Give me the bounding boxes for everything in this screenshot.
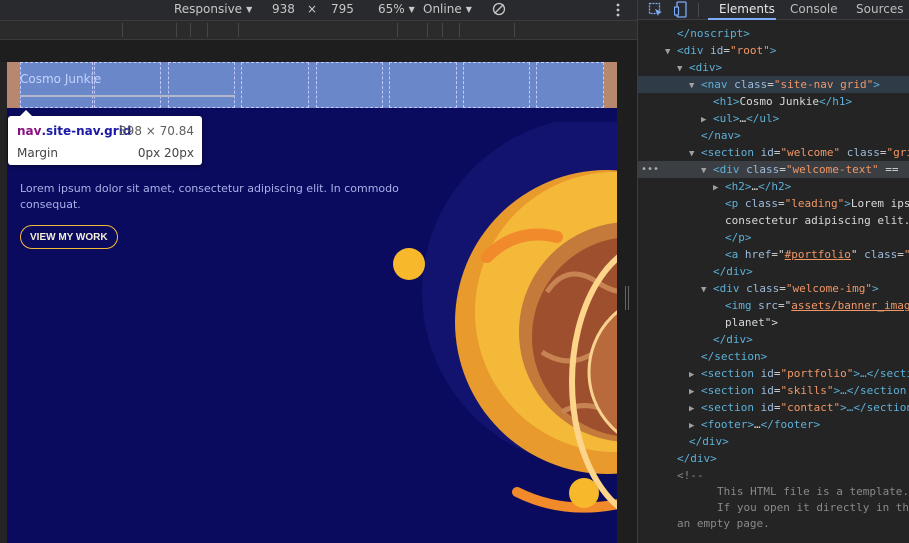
dom-node[interactable]: </div> [638,450,909,467]
dom-node[interactable]: ▶ <section id="portfolio">…</secti [638,365,909,382]
dom-comment[interactable]: If you open it directly in the [638,499,909,516]
grid-column [316,62,383,108]
dom-node[interactable]: <p class="leading">Lorem ips [638,195,909,212]
ruler-mark [238,23,239,37]
site-title[interactable]: Cosmo Junkie [20,72,101,86]
dom-node[interactable]: ▼ <div> [638,59,909,76]
media-query-ruler [0,20,637,40]
dom-node[interactable]: ▶ <h2>…</h2> [638,178,909,195]
dimension-separator: × [307,2,318,16]
more-dots-icon[interactable]: ••• [641,161,659,178]
throttle-select[interactable]: Online ▼ [423,2,472,16]
chevron-down-icon: ▼ [465,5,472,14]
dom-node[interactable]: </div> [638,263,909,280]
tab-separator [698,3,699,17]
dom-node[interactable]: ▶ <section id="contact">…</section [638,399,909,416]
dom-node[interactable]: ▼<section id="welcome" class="gri [638,144,909,161]
ruler-mark [514,23,515,37]
inspect-element-icon[interactable] [648,2,664,18]
ruler-mark [442,23,443,37]
panel-resize-handle[interactable] [617,40,637,543]
ruler-mark [190,23,191,37]
element-inspect-tooltip: nav.site-nav.grid 898 × 70.84 Margin 0px… [8,110,202,165]
dom-node[interactable]: ▶ <ul>…</ul> [638,110,909,127]
tooltip-margin-value: 0px 20px [137,146,194,160]
dom-node[interactable]: ▶ <section id="skills">…</section [638,382,909,399]
view-my-work-button[interactable]: VIEW MY WORK [20,225,118,249]
dom-node[interactable]: </noscript> [638,25,909,42]
ruler-mark [207,23,208,37]
tooltip-margin-label: Margin [17,146,58,160]
dom-node[interactable]: <img src="assets/banner_imag [638,297,909,314]
tab-sources[interactable]: Sources [856,2,903,16]
grid-column [241,62,309,108]
viewport-gutter [0,40,637,62]
devtools-responsive-window: Responsive ▼ 938 × 795 65% ▼ Online ▼ Co… [0,0,909,543]
dom-node-nav-hovered[interactable]: ▼ <nav class="site-nav grid"> [638,76,909,93]
dom-node[interactable]: </div> [638,433,909,450]
tooltip-dimensions: 898 × 70.84 [119,124,194,138]
grid-column [168,62,235,108]
device-toggle-icon[interactable] [674,1,688,18]
grid-column [463,62,530,108]
dom-node[interactable]: ▼ <div id="root"> [638,42,909,59]
ruler-mark [176,23,177,37]
devtools-panel: Elements Console Sources </noscript> ▼ <d… [637,0,909,543]
dom-text-node[interactable]: planet"> [638,314,909,331]
ruler-mark [122,23,123,37]
chevron-down-icon: ▼ [246,5,253,14]
device-mode-select[interactable]: Responsive ▼ [174,2,252,16]
dom-comment[interactable]: This HTML file is a template. [638,483,909,500]
tab-console[interactable]: Console [790,2,838,16]
title-underline [20,95,235,97]
tab-elements[interactable]: Elements [719,2,775,16]
dom-node[interactable]: <a href="#portfolio" class=" [638,246,909,263]
grip-lines [625,286,626,310]
nav-highlight-overlay [20,62,604,108]
zoom-select[interactable]: 65% ▼ [378,2,415,16]
nav-margin-left-highlight [7,62,20,108]
planet-illustration [393,122,617,513]
lead-paragraph: Lorem ipsum dolor sit amet, consectetur … [20,182,399,211]
grid-column [94,62,161,108]
grid-column [389,62,457,108]
dom-node[interactable]: <h1>Cosmo Junkie</h1> [638,93,909,110]
dom-node[interactable]: ▼ <div class="welcome-img"> [638,280,909,297]
dom-node[interactable]: </p> [638,229,909,246]
chevron-down-icon: ▼ [408,5,415,14]
dom-node[interactable]: ▶ <footer>…</footer> [638,416,909,433]
more-options-icon[interactable] [614,2,622,18]
ruler-mark [397,23,398,37]
dom-node[interactable]: </div> [638,331,909,348]
dom-comment[interactable]: an empty page. [638,515,909,532]
device-toolbar: Responsive ▼ 938 × 795 65% ▼ Online ▼ [0,0,637,20]
ruler-mark [427,23,428,37]
tooltip-selector: nav.site-nav.grid [17,124,132,138]
devtools-tabbar: Elements Console Sources [638,0,909,20]
grid-column [536,62,604,108]
dom-node[interactable]: </section> [638,348,909,365]
dom-node[interactable]: </nav> [638,127,909,144]
viewport-height-input[interactable]: 795 [331,2,354,16]
dom-node-selected[interactable]: ••• ▼ <div class="welcome-text" == [638,161,909,178]
active-tab-indicator [708,18,776,20]
viewport-width-input[interactable]: 938 [272,2,295,16]
rotate-icon[interactable] [492,2,506,16]
dom-text-node[interactable]: consectetur adipiscing elit. [638,212,909,229]
dom-comment[interactable]: <!-- [638,467,909,484]
nav-margin-right-highlight [604,62,617,108]
ruler-mark [459,23,460,37]
